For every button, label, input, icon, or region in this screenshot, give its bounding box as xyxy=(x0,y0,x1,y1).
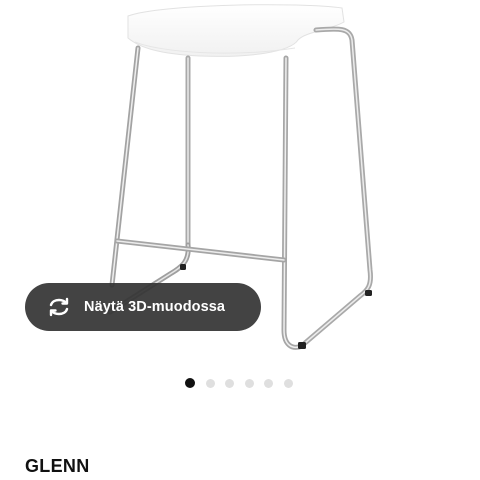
carousel-dot-2[interactable] xyxy=(205,378,215,388)
stool-seat xyxy=(127,4,345,57)
rotate-3d-icon xyxy=(46,296,72,318)
carousel-dot-3[interactable] xyxy=(225,378,234,388)
carousel-dot-6[interactable] xyxy=(283,378,293,388)
carousel-dot-4[interactable] xyxy=(244,378,254,388)
view-3d-label: Näytä 3D-muodossa xyxy=(84,299,226,315)
carousel-dot-5[interactable] xyxy=(264,378,273,388)
carousel-pagination xyxy=(185,378,303,388)
view-3d-button[interactable]: Näytä 3D-muodossa xyxy=(25,283,261,331)
product-name: GLENN xyxy=(25,456,90,476)
carousel-dot-1[interactable] xyxy=(185,378,195,388)
